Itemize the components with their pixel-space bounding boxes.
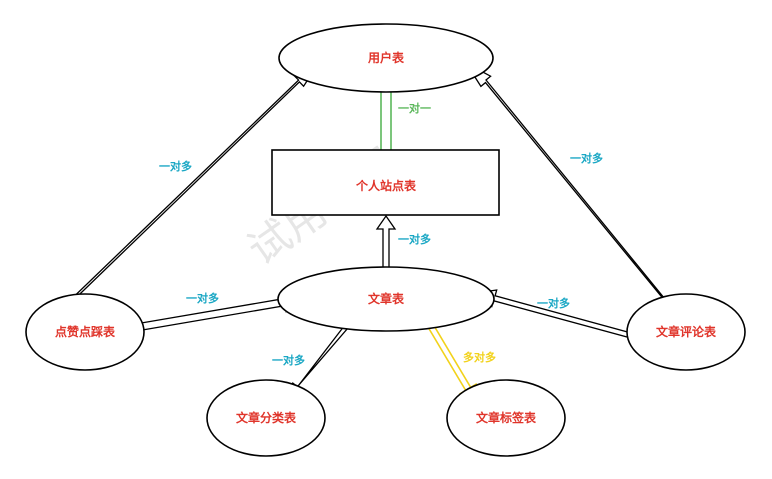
edges [69, 61, 668, 403]
diagram-canvas: 试用水印 用户表 个人站点表 文章表 点赞点踩表 文章评论表 文章分类表 文章标… [25, 23, 746, 457]
node-site-label: 个人站点表 [355, 178, 417, 193]
edge-label-comment-article: 一对多 [537, 296, 570, 310]
edge-label-article-tag: 多对多 [463, 350, 496, 364]
node-comment-label: 文章评论表 [656, 324, 717, 339]
edge-label-article-site: 一对多 [398, 232, 431, 246]
node-user-label: 用户表 [367, 50, 405, 65]
node-updown-label: 点赞点踩表 [55, 324, 116, 339]
node-category-label: 文章分类表 [236, 410, 297, 425]
edge-label-comment-user: 一对多 [570, 151, 603, 165]
edge-label-user-site: 一对一 [398, 101, 431, 115]
node-tag-label: 文章标签表 [476, 410, 537, 425]
node-article-label: 文章表 [368, 291, 405, 306]
edge-label-article-category: 一对多 [272, 353, 305, 367]
edge-label-updown-user: 一对多 [159, 159, 192, 173]
edge-label-updown-article: 一对多 [186, 291, 219, 305]
